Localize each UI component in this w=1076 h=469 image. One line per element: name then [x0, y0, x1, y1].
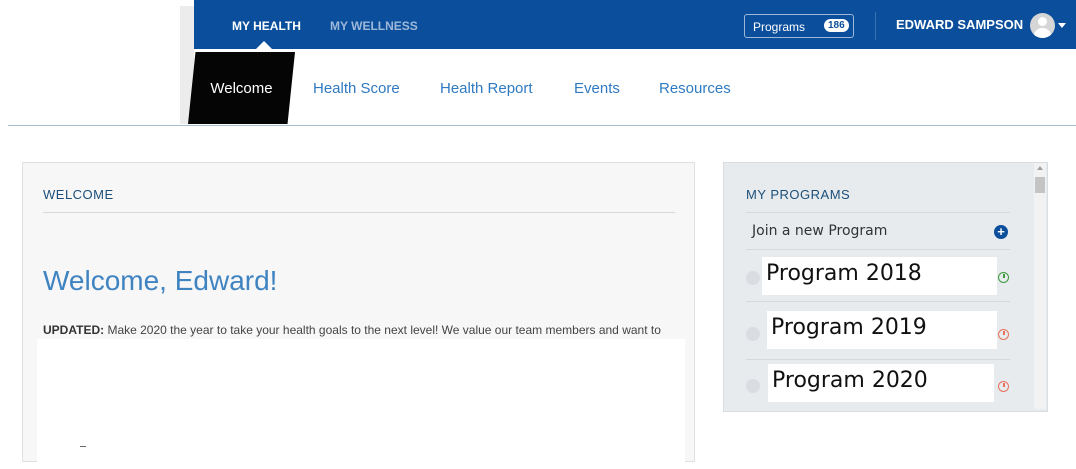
programs-divider — [746, 249, 1010, 250]
top-navigation-bar: MY HEALTH MY WELLNESS Programs 186 EDWAR… — [194, 0, 1076, 49]
join-program-link[interactable]: Join a new Program — [752, 223, 887, 239]
programs-count-badge: 186 — [824, 19, 849, 32]
content-area — [37, 339, 685, 469]
programs-button-label: Programs — [753, 20, 806, 34]
stray-mark — [80, 446, 86, 447]
avatar-icon[interactable] — [1030, 13, 1055, 38]
welcome-heading: Welcome, Edward! — [43, 265, 278, 296]
welcome-card: WELCOME Welcome, Edward! UPDATED: Make 2… — [22, 162, 695, 469]
scroll-thumb[interactable] — [1035, 177, 1045, 193]
tab-welcome[interactable]: Welcome — [188, 52, 295, 124]
tab-welcome-label: Welcome — [210, 80, 273, 97]
nav-my-wellness[interactable]: MY WELLNESS — [330, 0, 418, 49]
avatar-body — [1034, 28, 1051, 38]
program-name: Program 2019 — [771, 315, 927, 340]
tab-health-report[interactable]: Health Report — [440, 80, 533, 97]
clock-icon — [998, 381, 1009, 392]
welcome-section-title: WELCOME — [43, 187, 114, 202]
active-nav-indicator — [256, 41, 272, 49]
avatar-head — [1038, 17, 1047, 26]
plus-circle-icon[interactable]: + — [994, 225, 1008, 239]
user-menu-name[interactable]: EDWARD SAMPSON — [896, 0, 1023, 49]
program-item-2019[interactable]: Program 2019 — [767, 311, 997, 349]
programs-scrollbar[interactable] — [1034, 163, 1046, 409]
tab-events[interactable]: Events — [574, 80, 620, 97]
programs-divider — [746, 301, 1010, 302]
programs-button[interactable]: Programs 186 — [744, 14, 854, 38]
program-status-dot — [746, 327, 760, 341]
updated-label: UPDATED: — [43, 323, 105, 337]
welcome-divider — [43, 212, 675, 213]
tab-health-score[interactable]: Health Score — [313, 80, 400, 97]
clock-icon — [998, 329, 1009, 340]
nav-divider — [875, 12, 876, 40]
clock-icon — [998, 272, 1009, 283]
programs-divider — [746, 359, 1010, 360]
my-programs-panel: MY PROGRAMS Join a new Program + Program… — [723, 162, 1048, 412]
program-name: Program 2018 — [766, 261, 922, 286]
program-status-dot — [746, 379, 760, 393]
program-status-dot — [746, 271, 760, 285]
tab-resources[interactable]: Resources — [659, 80, 731, 97]
programs-divider — [746, 212, 1010, 213]
chevron-down-icon[interactable] — [1058, 23, 1066, 28]
program-name: Program 2020 — [772, 368, 928, 393]
scroll-up-arrow-icon[interactable] — [1037, 166, 1043, 170]
program-item-2020[interactable]: Program 2020 — [768, 364, 994, 402]
header-divider — [8, 125, 1076, 126]
my-programs-title: MY PROGRAMS — [746, 187, 851, 202]
program-item-2018[interactable]: Program 2018 — [762, 257, 997, 295]
